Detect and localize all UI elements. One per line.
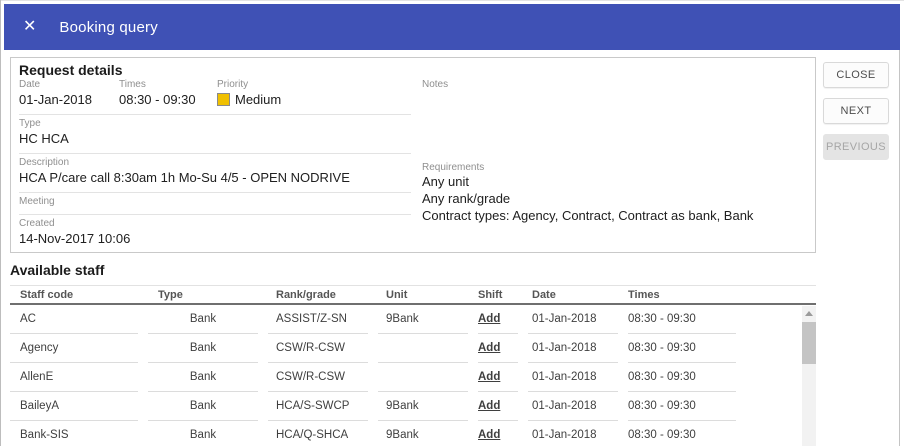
unit-cell <box>378 334 468 363</box>
requirements-label: Requirements <box>422 162 814 174</box>
available-staff-title: Available staff <box>10 262 104 278</box>
page-top-divider <box>0 0 904 1</box>
description-label: Description <box>19 157 411 169</box>
date-cell: 01-Jan-2018 <box>528 392 618 421</box>
table-row: Agency Bank CSW/R-CSW Add 01-Jan-2018 08… <box>10 334 816 363</box>
col-header-rank-grade: Rank/grade <box>268 286 368 304</box>
request-details-right-column: Notes Requirements Any unit Any rank/gra… <box>422 76 814 225</box>
unit-cell: 9Bank <box>378 392 468 421</box>
close-button[interactable]: CLOSE <box>823 62 889 88</box>
dialog-titlebar: ✕ Booking query <box>4 4 900 50</box>
rank-grade-cell: ASSIST/Z-SN <box>268 305 368 334</box>
notes-field: Notes <box>422 76 814 162</box>
col-header-shift: Shift <box>478 286 518 304</box>
times-cell: 08:30 - 09:30 <box>628 392 736 421</box>
unit-cell: 9Bank <box>378 305 468 334</box>
staff-code-cell: Agency <box>10 334 138 363</box>
priority-label: Priority <box>217 79 281 91</box>
requirements-field: Requirements Any unit Any rank/grade Con… <box>422 162 814 225</box>
times-cell: 08:30 - 09:30 <box>628 363 736 392</box>
date-cell: 01-Jan-2018 <box>528 363 618 392</box>
date-field: Date 01-Jan-2018 <box>19 79 119 108</box>
date-cell: 01-Jan-2018 <box>528 334 618 363</box>
times-cell: 08:30 - 09:30 <box>628 305 736 334</box>
action-buttons: CLOSE NEXT PREVIOUS <box>823 62 893 170</box>
col-header-date: Date <box>528 286 618 304</box>
meeting-field: Meeting <box>19 193 411 215</box>
col-header-type: Type <box>148 286 258 304</box>
request-details-left-column: Date 01-Jan-2018 Times 08:30 - 09:30 Pri… <box>19 76 411 253</box>
type-field: Type HC HCA <box>19 115 411 154</box>
priority-value: Medium <box>235 91 281 108</box>
add-shift-link[interactable]: Add <box>478 313 500 325</box>
available-staff-table: Staff code Type Rank/grade Unit Shift Da… <box>10 285 816 446</box>
meeting-label: Meeting <box>19 196 411 208</box>
type-value: HC HCA <box>19 130 411 147</box>
request-details-panel: Request details Date 01-Jan-2018 Times 0… <box>10 57 816 253</box>
col-header-staff-code: Staff code <box>10 286 138 304</box>
col-header-unit: Unit <box>378 286 468 304</box>
rank-grade-cell: HCA/Q-SHCA <box>268 421 368 446</box>
unit-cell: 9Bank <box>378 421 468 446</box>
description-value: HCA P/care call 8:30am 1h Mo-Su 4/5 - OP… <box>19 169 411 186</box>
notes-value <box>422 91 814 108</box>
scroll-up-button[interactable] <box>802 306 816 321</box>
add-shift-link[interactable]: Add <box>478 400 500 412</box>
unit-cell <box>378 363 468 392</box>
close-icon[interactable]: ✕ <box>23 19 36 35</box>
requirement-line: Contract types: Agency, Contract, Contra… <box>422 208 814 225</box>
staff-code-cell: Bank-SIS <box>10 421 138 446</box>
rank-grade-cell: CSW/R-CSW <box>268 363 368 392</box>
staff-code-cell: BaileyA <box>10 392 138 421</box>
add-shift-link[interactable]: Add <box>478 371 500 383</box>
times-cell: 08:30 - 09:30 <box>628 421 736 446</box>
notes-label: Notes <box>422 79 814 91</box>
description-field: Description HCA P/care call 8:30am 1h Mo… <box>19 154 411 193</box>
type-cell: Bank <box>148 392 258 421</box>
dialog-right-border <box>899 50 900 446</box>
booking-query-dialog: ✕ Booking query Request details Date 01-… <box>4 4 900 446</box>
times-cell: 08:30 - 09:30 <box>628 334 736 363</box>
type-cell: Bank <box>148 305 258 334</box>
date-label: Date <box>19 79 119 91</box>
table-row: Bank-SIS Bank HCA/Q-SHCA 9Bank Add 01-Ja… <box>10 421 816 446</box>
previous-button[interactable]: PREVIOUS <box>823 134 889 160</box>
rank-grade-cell: CSW/R-CSW <box>268 334 368 363</box>
requirement-line: Any rank/grade <box>422 191 814 208</box>
type-cell: Bank <box>148 334 258 363</box>
table-row: BaileyA Bank HCA/S-SWCP 9Bank Add 01-Jan… <box>10 392 816 421</box>
times-value: 08:30 - 09:30 <box>119 91 217 108</box>
type-label: Type <box>19 118 411 130</box>
col-header-times: Times <box>628 286 736 304</box>
next-button[interactable]: NEXT <box>823 98 889 124</box>
type-cell: Bank <box>148 421 258 446</box>
created-value: 14-Nov-2017 10:06 <box>19 230 411 247</box>
date-cell: 01-Jan-2018 <box>528 421 618 446</box>
field-row-date-times-priority: Date 01-Jan-2018 Times 08:30 - 09:30 Pri… <box>19 76 411 115</box>
table-scrollbar[interactable] <box>802 306 816 446</box>
requirement-line: Any unit <box>422 174 814 191</box>
add-shift-link[interactable]: Add <box>478 429 500 441</box>
date-cell: 01-Jan-2018 <box>528 305 618 334</box>
add-shift-link[interactable]: Add <box>478 342 500 354</box>
table-row: AC Bank ASSIST/Z-SN 9Bank Add 01-Jan-201… <box>10 305 816 334</box>
staff-code-cell: AllenE <box>10 363 138 392</box>
times-field: Times 08:30 - 09:30 <box>119 79 217 108</box>
times-label: Times <box>119 79 217 91</box>
table-header-row: Staff code Type Rank/grade Unit Shift Da… <box>10 285 816 305</box>
type-cell: Bank <box>148 363 258 392</box>
scroll-up-icon <box>805 311 813 316</box>
page-left-border <box>0 0 1 446</box>
date-value: 01-Jan-2018 <box>19 91 119 108</box>
table-row: AllenE Bank CSW/R-CSW Add 01-Jan-2018 08… <box>10 363 816 392</box>
priority-field: Priority Medium <box>217 79 281 108</box>
dialog-title: Booking query <box>59 19 158 36</box>
rank-grade-cell: HCA/S-SWCP <box>268 392 368 421</box>
priority-medium-icon <box>217 93 230 106</box>
scrollbar-thumb[interactable] <box>802 322 816 364</box>
created-label: Created <box>19 218 411 230</box>
staff-code-cell: AC <box>10 305 138 334</box>
created-field: Created 14-Nov-2017 10:06 <box>19 215 411 253</box>
